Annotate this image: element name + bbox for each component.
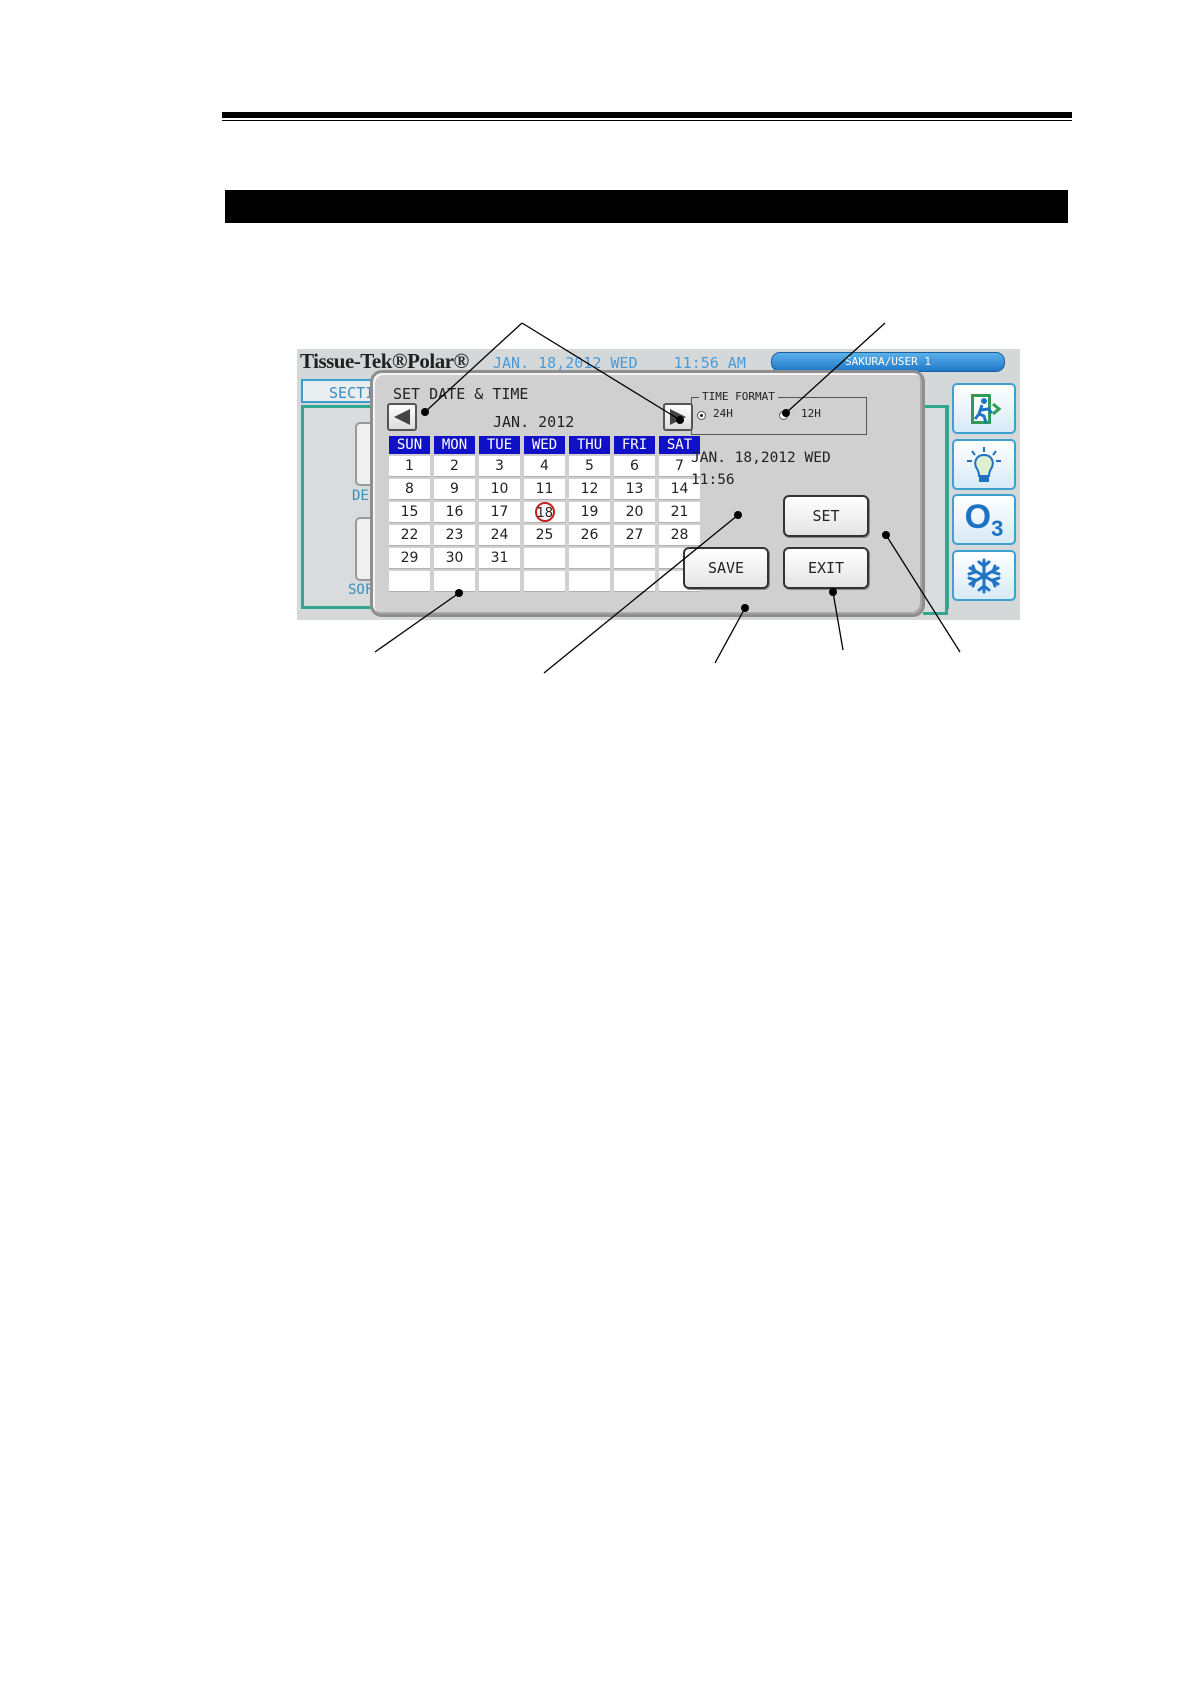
tab-section[interactable]: SECTI [301,379,381,403]
radio-12h[interactable] [779,411,788,420]
time-format-title: TIME FORMAT [699,390,778,403]
weekday-sun: SUN [389,436,430,454]
calendar-day-empty [434,571,475,592]
callout-lines [374,322,961,674]
next-month-button[interactable] [663,403,693,431]
freeze-icon [967,558,1001,593]
calendar-day-empty [614,571,655,592]
ozone-icon-letter: O [964,497,992,536]
prev-month-button[interactable] [387,403,417,431]
calendar-week-row: 8 9 10 11 12 13 14 [389,479,700,500]
calendar-day[interactable]: 31 [479,548,520,569]
light-button[interactable] [952,439,1016,490]
calendar-day[interactable]: 24 [479,525,520,546]
set-date-time-dialog: SET DATE & TIME JAN. 2012 SUN MON TUE WE… [370,370,925,617]
radio-24h-label: 24H [713,407,733,420]
calendar-day[interactable]: 28 [659,525,700,546]
calendar-day[interactable]: 5 [569,456,610,477]
exit-door-button[interactable] [952,383,1016,434]
save-button[interactable]: SAVE [683,547,769,589]
calendar-grid: SUN MON TUE WED THU FRI SAT 1 2 3 4 5 6 [385,434,704,594]
calendar-day[interactable]: 26 [569,525,610,546]
month-label: JAN. 2012 [493,413,575,431]
calendar-day[interactable]: 9 [434,479,475,500]
calendar-day[interactable]: 25 [524,525,565,546]
calendar-day-selected[interactable]: 18 [524,502,565,523]
calendar-day[interactable]: 8 [389,479,430,500]
set-button[interactable]: SET [783,495,869,537]
calendar-day[interactable]: 22 [389,525,430,546]
exit-button[interactable]: EXIT [783,547,869,589]
selected-day-circle: 18 [534,502,555,522]
calendar-day[interactable]: 1 [389,456,430,477]
background-panel-right [923,405,948,615]
device-screenshot: Tissue-Tek®Polar® JAN. 18,2012 WED 11:56… [297,349,1020,620]
calendar-day[interactable]: 29 [389,548,430,569]
ozone-icon-subscript: 3 [991,515,1004,541]
user-badge[interactable]: SAKURA/USER 1 [771,352,1005,372]
calendar-day-empty [614,548,655,569]
ozone-button[interactable]: O3 [952,494,1016,545]
calendar-week-row: 22 23 24 25 26 27 28 [389,525,700,546]
calendar-day[interactable]: 30 [434,548,475,569]
calendar-day-empty [479,571,520,592]
calendar-day[interactable]: 27 [614,525,655,546]
calendar-week-row: 1 2 3 4 5 6 7 [389,456,700,477]
radio-12h-label: 12H [801,407,821,420]
weekday-header-row: SUN MON TUE WED THU FRI SAT [389,436,700,454]
calendar-day[interactable]: 4 [524,456,565,477]
calendar-day[interactable]: 3 [479,456,520,477]
section-header-bar [225,190,1068,223]
dialog-title: SET DATE & TIME [393,385,529,403]
calendar-day[interactable]: 10 [479,479,520,500]
calendar-week-row [389,571,700,592]
ozone-icon: O3 [965,498,1004,542]
freeze-button[interactable] [952,550,1016,601]
calendar-week-row: 15 16 17 18 19 20 21 [389,502,700,523]
exit-door-icon [971,393,1002,424]
weekday-mon: MON [434,436,475,454]
calendar-day[interactable]: 12 [569,479,610,500]
calendar-day[interactable]: 21 [659,502,700,523]
calendar-day[interactable]: 11 [524,479,565,500]
calendar-day[interactable]: 13 [614,479,655,500]
calendar-day-empty [524,571,565,592]
calendar-day-empty [524,548,565,569]
calendar-day[interactable]: 15 [389,502,430,523]
top-rule [222,112,1072,118]
calendar-day[interactable]: 17 [479,502,520,523]
weekday-wed: WED [524,436,565,454]
calendar-day-empty [569,548,610,569]
radio-24h[interactable] [697,411,706,420]
calendar-day-empty [389,571,430,592]
current-time-display[interactable]: 11:56 [691,472,735,488]
weekday-tue: TUE [479,436,520,454]
calendar-day[interactable]: 6 [614,456,655,477]
light-bulb-icon [967,446,1001,482]
top-rule-thin [222,120,1072,121]
calendar-day[interactable]: 20 [614,502,655,523]
calendar-day[interactable]: 19 [569,502,610,523]
triangle-left-icon [394,409,410,425]
calendar-day[interactable]: 23 [434,525,475,546]
triangle-right-icon [670,409,686,425]
current-date-display: JAN. 18,2012 WED [691,450,831,466]
calendar-day[interactable]: 2 [434,456,475,477]
weekday-fri: FRI [614,436,655,454]
calendar-day-empty [569,571,610,592]
calendar-day[interactable]: 16 [434,502,475,523]
weekday-thu: THU [569,436,610,454]
calendar-week-row: 29 30 31 [389,548,700,569]
